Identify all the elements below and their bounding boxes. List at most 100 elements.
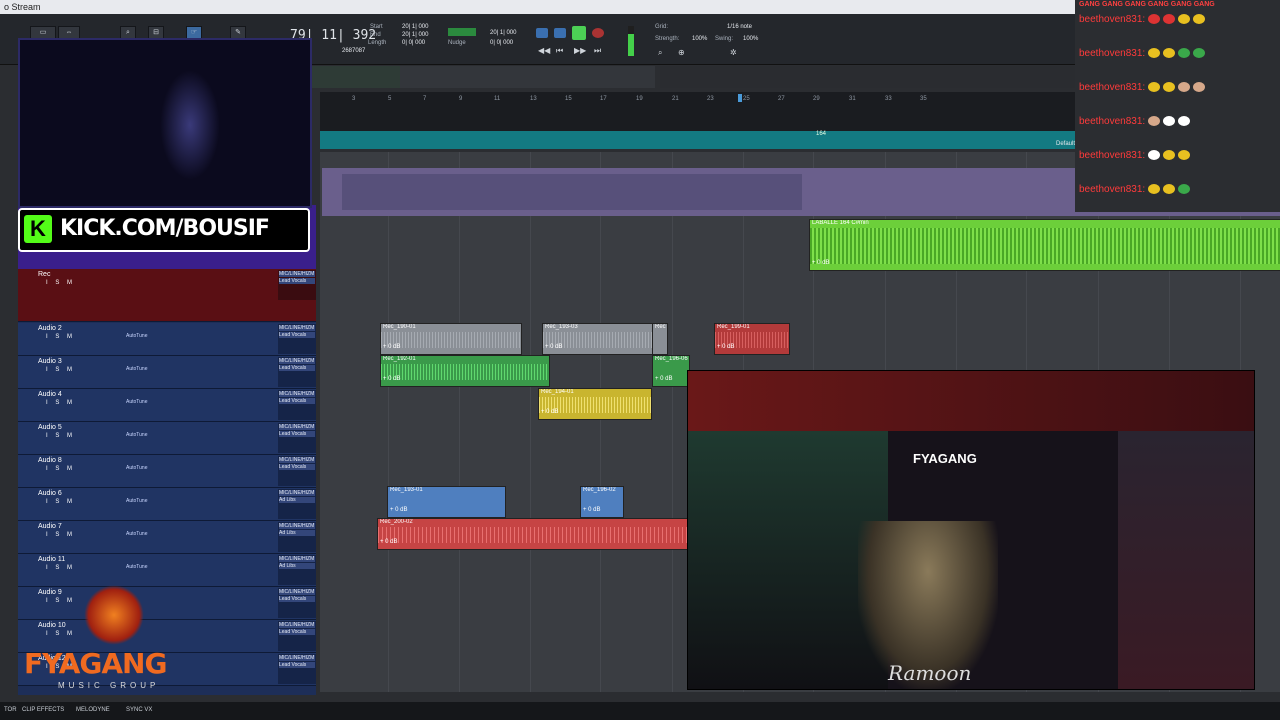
track-output[interactable]: Lead Vocals	[279, 431, 315, 437]
track-plugin[interactable]: AutoTune	[126, 366, 148, 372]
record-icon[interactable]	[592, 28, 604, 38]
chat-username: beethoven831:	[1079, 184, 1146, 195]
track-audio-2[interactable]: Audio 2 I S M AutoTune MIC/LINE/HIZM Lead…	[18, 323, 316, 356]
track-plugin[interactable]: AutoTune	[126, 531, 148, 537]
back-icon[interactable]: ⏮	[556, 46, 563, 56]
track-rec[interactable]: Rec I S M MIC/LINE/HIZM Lead Vocals	[18, 269, 316, 322]
grid-label: Grid:	[655, 24, 669, 30]
track-output[interactable]: Ad Libs	[279, 530, 315, 536]
track-input[interactable]: MIC/LINE/HIZM	[279, 457, 315, 463]
end-value[interactable]: 20| 1| 000	[402, 32, 428, 38]
bottom-tab-tor[interactable]: TOR	[4, 707, 17, 713]
chat-header: GANG GANG GANG GANG GANG GANG	[1079, 1, 1215, 8]
track-plugin[interactable]: AutoTune	[126, 498, 148, 504]
strength-value[interactable]: 100%	[692, 36, 707, 42]
track-input[interactable]: MIC/LINE/HIZM	[279, 490, 315, 496]
track-buttons[interactable]: I S M	[46, 532, 75, 538]
grid-value-counter[interactable]: 20| 1| 000	[490, 30, 516, 36]
track-output[interactable]: Lead Vocals	[279, 464, 315, 470]
track-input[interactable]: MIC/LINE/HIZM	[279, 523, 315, 529]
swing-label: Swing:	[715, 36, 734, 42]
track-audio-7[interactable]: Audio 7 I S M AutoTune MIC/LINE/HIZM Ad L…	[18, 521, 316, 554]
track-plugin[interactable]: AutoTune	[126, 399, 148, 405]
end-icon[interactable]: ⏭	[594, 46, 601, 56]
track-input[interactable]: MIC/LINE/HIZM	[279, 271, 315, 277]
bottom-tab-melodyne[interactable]: MELODYNE	[76, 707, 110, 713]
track-buttons[interactable]: I S M	[46, 466, 75, 472]
track-output[interactable]: Ad Libs	[279, 497, 315, 503]
track-audio-11[interactable]: Audio 11 I S M AutoTune MIC/LINE/HIZM Ad …	[18, 554, 316, 587]
bottom-bar: TOR CLIP EFFECTS MELODYNE SYNC VX	[0, 702, 1280, 720]
track-input[interactable]: MIC/LINE/HIZM	[279, 358, 315, 364]
bar-label: 29	[813, 96, 820, 102]
nudge-value[interactable]: 0| 0| 000	[490, 40, 513, 46]
track-audio-4[interactable]: Audio 4 I S M AutoTune MIC/LINE/HIZM Lead…	[18, 389, 316, 422]
track-audio-5[interactable]: Audio 5 I S M AutoTune MIC/LINE/HIZM Lead…	[18, 422, 316, 455]
audio-clip[interactable]: Rec_199-01 + 0 dB	[714, 323, 790, 355]
track-plugin[interactable]: AutoTune	[126, 432, 148, 438]
audio-clip[interactable]: Rec_193-01 + 0 dB	[387, 486, 506, 518]
track-output[interactable]: Lead Vocals	[279, 596, 315, 602]
forward-icon[interactable]: ▶▶	[574, 46, 586, 55]
length-value[interactable]: 0| 0| 000	[402, 40, 425, 46]
grid-mode-indicator[interactable]	[448, 28, 476, 36]
audio-clip[interactable]: Rec_193-03 + 0 dB	[542, 323, 654, 355]
track-output[interactable]: Lead Vocals	[279, 365, 315, 371]
track-buttons[interactable]: I S M	[46, 334, 75, 340]
track-input[interactable]: MIC/LINE/HIZM	[279, 424, 315, 430]
bottom-tab-sync[interactable]: SYNC VX	[126, 707, 152, 713]
track-buttons[interactable]: I S M	[46, 499, 75, 505]
swing-value[interactable]: 100%	[743, 36, 758, 42]
stop-icon[interactable]	[554, 28, 566, 38]
audio-clip[interactable]: Rec_196-02 + 0 dB	[580, 486, 624, 518]
bar-label: 19	[636, 96, 643, 102]
playhead-marker[interactable]	[738, 94, 742, 102]
audio-clip[interactable]: Rec	[652, 323, 668, 355]
track-plugin[interactable]: AutoTune	[126, 333, 148, 339]
track-output[interactable]: Lead Vocals	[279, 332, 315, 338]
track-buttons[interactable]: I S M	[46, 565, 75, 571]
track-output[interactable]: Lead Vocals	[279, 662, 315, 668]
bar-label: 27	[778, 96, 785, 102]
grid-value[interactable]: 1/16 note	[727, 24, 752, 30]
audio-clip[interactable]: Rec_192-01 + 0 dB	[380, 355, 550, 387]
track-input[interactable]: MIC/LINE/HIZM	[279, 622, 315, 628]
track-input[interactable]: MIC/LINE/HIZM	[279, 589, 315, 595]
track-input[interactable]: MIC/LINE/HIZM	[279, 556, 315, 562]
track-input[interactable]: MIC/LINE/HIZM	[279, 325, 315, 331]
track-buttons[interactable]: I S M	[46, 433, 75, 439]
tempo-lane[interactable]: 164	[320, 131, 1080, 149]
track-plugin[interactable]: AutoTune	[126, 564, 148, 570]
gear-icon[interactable]: ✲	[730, 48, 737, 57]
track-output[interactable]: Lead Vocals	[279, 398, 315, 404]
track-audio-6[interactable]: Audio 6 I S M AutoTune MIC/LINE/HIZM Ad L…	[18, 488, 316, 521]
loop-icon[interactable]	[536, 28, 548, 38]
track-output[interactable]: Ad Libs	[279, 563, 315, 569]
track-audio-3[interactable]: Audio 3 I S M AutoTune MIC/LINE/HIZM Lead…	[18, 356, 316, 389]
track-audio-8[interactable]: Audio 8 I S M AutoTune MIC/LINE/HIZM Lead…	[18, 455, 316, 488]
search-icon[interactable]: ⌕	[658, 48, 662, 58]
webcam-overlay	[18, 38, 312, 208]
play-icon[interactable]	[572, 26, 586, 40]
start-value[interactable]: 20| 1| 000	[402, 24, 428, 30]
audio-clip[interactable]: Rec_196-06 + 0 dB	[652, 355, 690, 387]
zoom-icon[interactable]: ⊕	[678, 48, 685, 57]
track-input[interactable]: MIC/LINE/HIZM	[279, 391, 315, 397]
track-name: Audio 8	[38, 457, 62, 464]
bottom-tab-clip-effects[interactable]: CLIP EFFECTS	[22, 707, 64, 713]
track-buttons[interactable]: I S M	[46, 367, 75, 373]
track-output[interactable]: Lead Vocals	[279, 278, 315, 284]
track-output[interactable]: Lead Vocals	[279, 629, 315, 635]
chat-username: beethoven831:	[1079, 150, 1146, 161]
track-buttons[interactable]: I S M	[46, 400, 75, 406]
track-plugin[interactable]: AutoTune	[126, 465, 148, 471]
audio-clip[interactable]: LABALLE 164 C#min + 0 dB	[809, 219, 1280, 271]
overview-strip[interactable]	[310, 66, 655, 88]
chat-message: beethoven831:	[1079, 184, 1191, 195]
audio-clip[interactable]: Rec_200-02 + 0 dB	[377, 518, 689, 550]
rewind-icon[interactable]: ◀◀	[538, 46, 550, 55]
track-input[interactable]: MIC/LINE/HIZM	[279, 655, 315, 661]
audio-clip[interactable]: Rec_190-01 + 0 dB	[380, 323, 522, 355]
audio-clip[interactable]: Rec_194-01 + 0 dB	[538, 388, 652, 420]
track-buttons[interactable]: I S M	[46, 280, 75, 286]
